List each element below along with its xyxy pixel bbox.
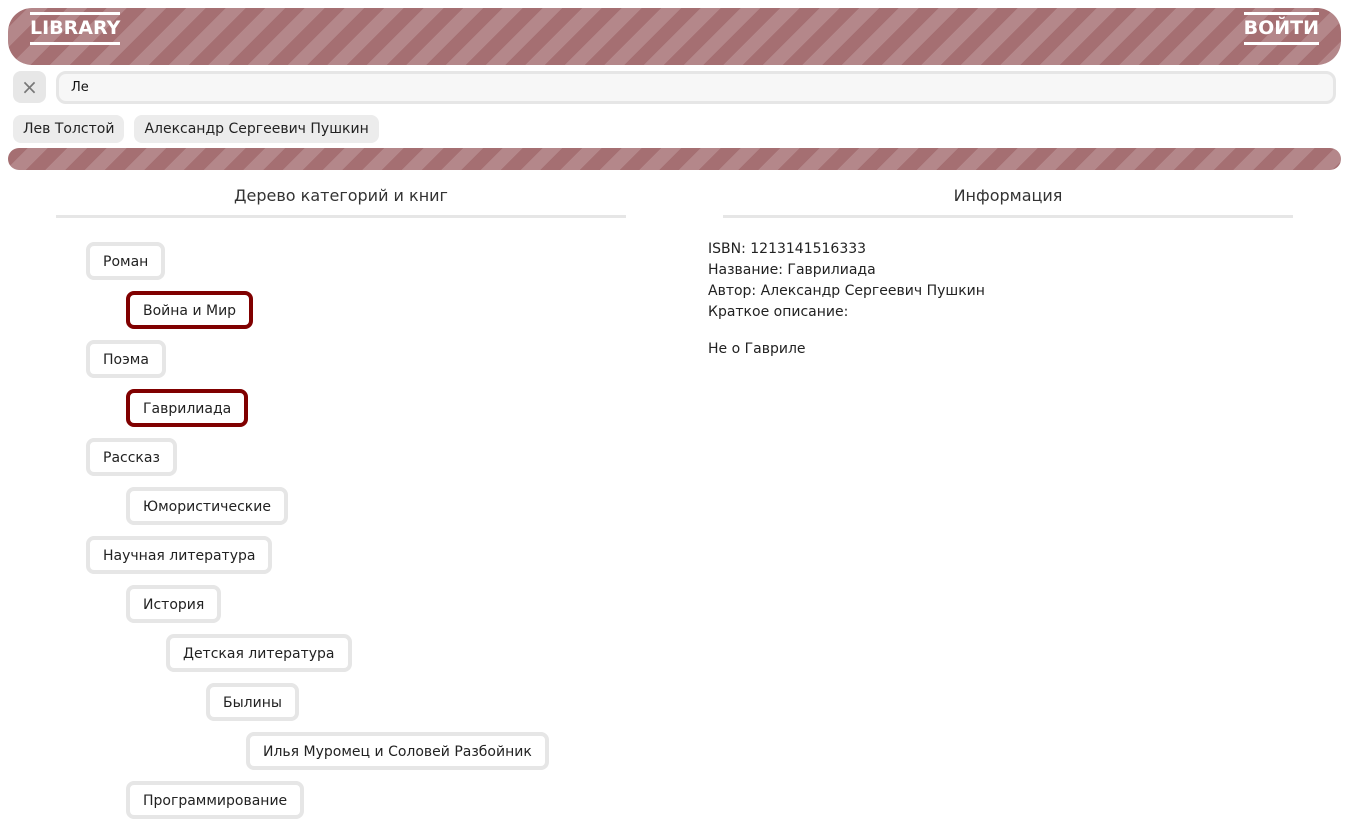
tree-node-category[interactable]: Детская литература bbox=[166, 634, 352, 672]
tree-node-book[interactable]: Война и Мир bbox=[126, 291, 254, 329]
title-text: Название: Гаврилиада bbox=[708, 262, 876, 278]
suggestion-chip[interactable]: Лев Толстой bbox=[13, 115, 125, 143]
book-info: ISBN: 1213141516333 Название: Гаврилиада… bbox=[708, 239, 985, 360]
tree-node-category[interactable]: Рассказ bbox=[86, 438, 177, 476]
summary-label: Краткое описание: bbox=[708, 304, 849, 320]
divider-bar bbox=[8, 148, 1341, 170]
close-icon: × bbox=[21, 75, 38, 99]
tree-node-category[interactable]: Поэма bbox=[86, 340, 166, 378]
suggestion-chip[interactable]: Александр Сергеевич Пушкин bbox=[134, 115, 379, 143]
author-text: Автор: Александр Сергеевич Пушкин bbox=[708, 283, 985, 299]
search-input[interactable] bbox=[56, 71, 1336, 104]
tree-node-category[interactable]: Программирование bbox=[126, 781, 305, 819]
tree-panel-title: Дерево категорий и книг bbox=[56, 186, 626, 218]
login-link[interactable]: ВОЙТИ bbox=[1243, 12, 1319, 45]
tree-node-category[interactable]: Юмористические bbox=[126, 487, 288, 525]
summary-text: Не о Гавриле bbox=[708, 341, 806, 357]
clear-search-button[interactable]: × bbox=[13, 71, 46, 103]
tree-node-category[interactable]: Роман bbox=[86, 242, 166, 280]
info-panel-title: Информация bbox=[723, 186, 1293, 218]
brand-link[interactable]: LIBRARY bbox=[30, 12, 121, 45]
header-bar bbox=[8, 8, 1341, 65]
tree-node-book[interactable]: Гаврилиада bbox=[126, 389, 249, 427]
tree-node-book[interactable]: Илья Муромец и Соловей Разбойник bbox=[246, 732, 549, 770]
isbn-text: ISBN: 1213141516333 bbox=[708, 241, 867, 257]
tree-node-category[interactable]: Былины bbox=[206, 683, 299, 721]
tree-node-category[interactable]: История bbox=[126, 585, 222, 623]
tree-node-category[interactable]: Научная литература bbox=[86, 536, 273, 574]
suggestion-list: Лев Толстой Александр Сергеевич Пушкин bbox=[13, 115, 379, 143]
